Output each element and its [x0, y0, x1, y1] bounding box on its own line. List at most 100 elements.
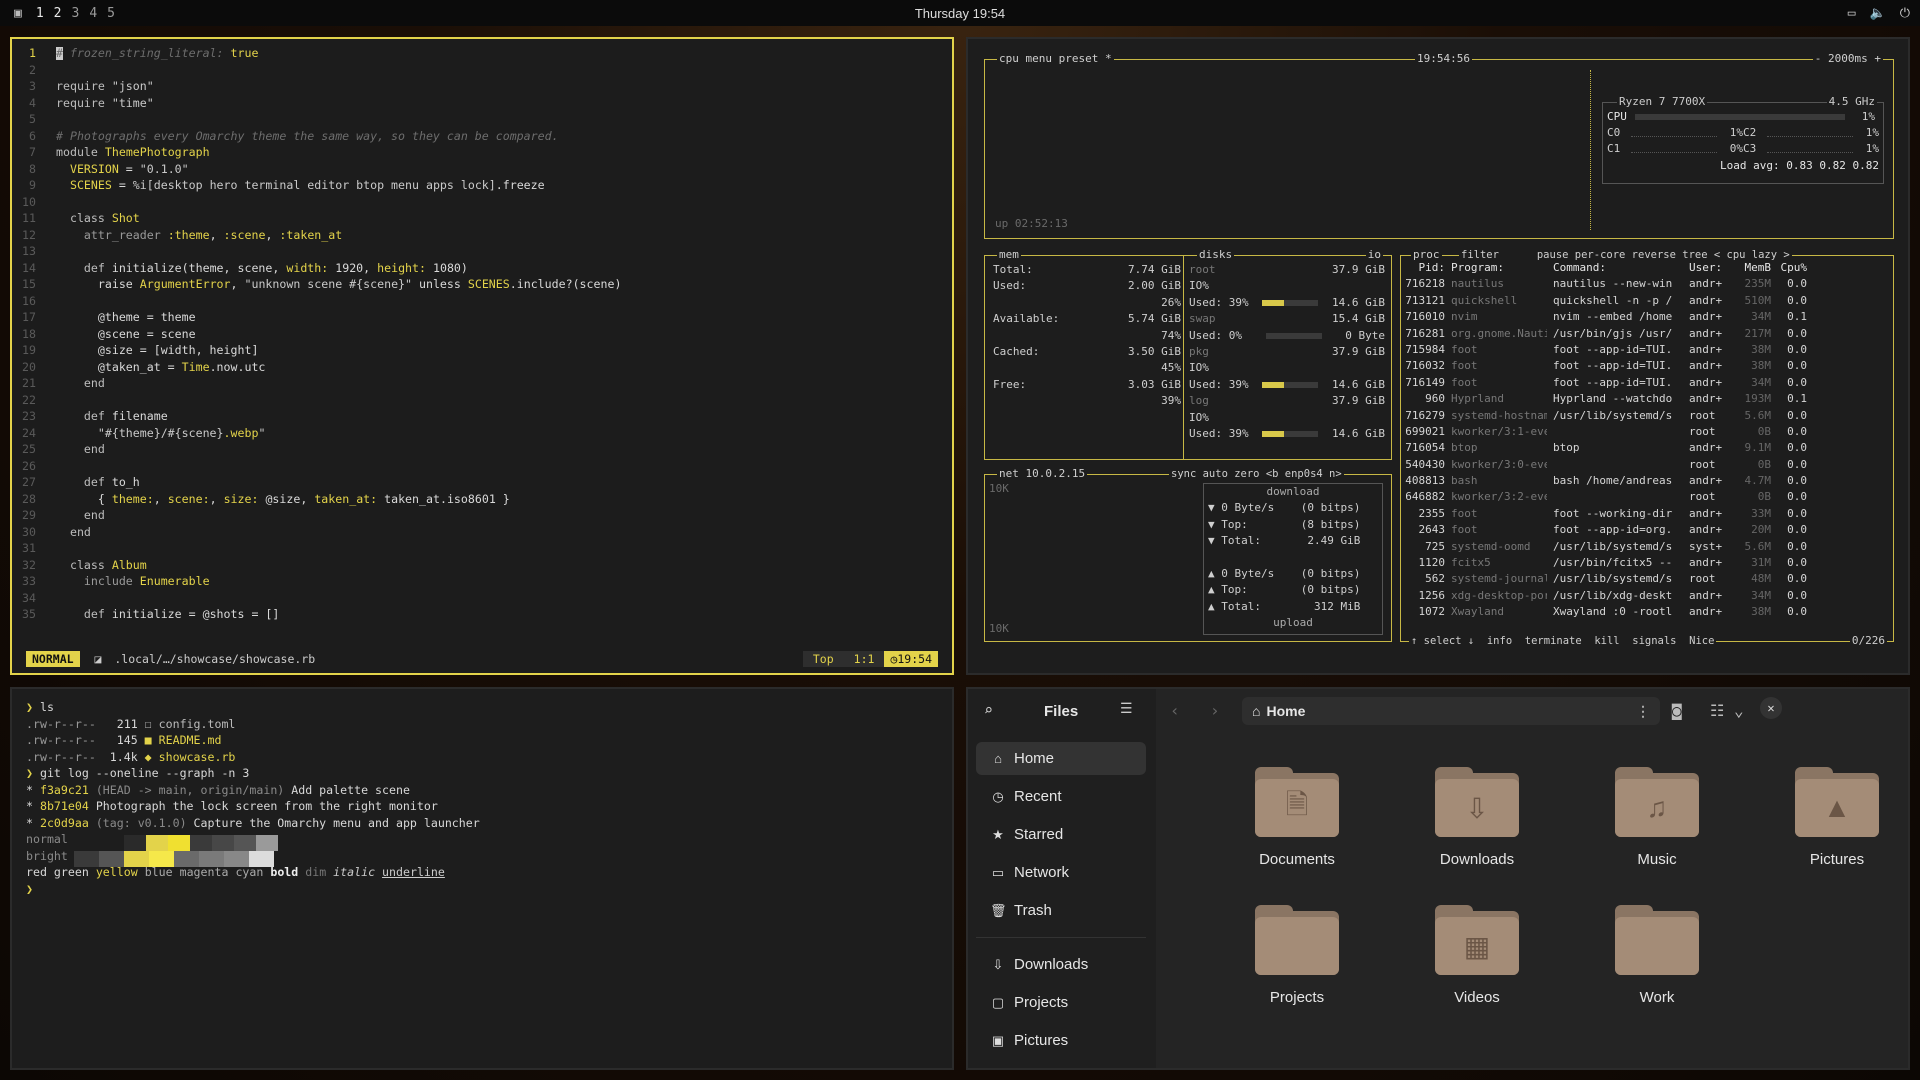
process-row[interactable]: 540430 kworker/3:0-even root 0B 0.0	[1405, 457, 1887, 473]
folder-videos[interactable]: ▦ Videos	[1402, 905, 1552, 1006]
process-row[interactable]: 960 Hyprland Hyprland --watchdo andr+ 193M 0.…	[1405, 391, 1887, 407]
code-line[interactable]: 28 { theme:, scene:, size: @size, taken_…	[12, 491, 510, 508]
process-row[interactable]: 716032 foot foot --app-id=TUI. andr+ 38M 0.0	[1405, 358, 1887, 374]
volume-icon[interactable]: 🔈	[1870, 6, 1886, 21]
process-row[interactable]: 1120 fcitx5/usr/bin/fcitx5 -- andr+ 31M 0.0	[1405, 555, 1887, 571]
code-line[interactable]: 19 @size = [width, height]	[12, 342, 258, 359]
terminal-window[interactable]: ❯ ls .rw-r--r-- 211 ☐ config.toml .rw-r--r…	[10, 687, 954, 1070]
net-options[interactable]: sync auto zero <b enp0s4 n>	[1169, 466, 1344, 483]
process-row[interactable]: 716279 systemd-hostnam/usr/lib/systemd/s r…	[1405, 408, 1887, 424]
folder-pictures[interactable]: ▲ Pictures	[1762, 767, 1908, 868]
folder-work[interactable]: Work	[1582, 905, 1732, 1006]
code-line[interactable]: 3 require "json"	[12, 78, 154, 95]
code-line[interactable]: 15 raise ArgumentError, "unknown scene #…	[12, 276, 621, 293]
close-icon[interactable]: ✕	[1760, 697, 1782, 719]
process-row[interactable]: 716281 org.gnome.Nauti/usr/bin/gjs /usr/a…	[1405, 326, 1887, 342]
process-row[interactable]: 716149 foot foot --app-id=TUI. andr+ 34M 0.0	[1405, 375, 1887, 391]
process-row[interactable]: 562 systemd-journal/usr/lib/systemd/s root…	[1405, 571, 1887, 587]
process-row[interactable]: 2355 foot foot --working-dir andr+ 33M 0.0	[1405, 506, 1887, 522]
proc-header[interactable]: Pid: Program: Command: User: MemB Cpu%	[1405, 260, 1887, 276]
code-line[interactable]: 27 def to_h	[12, 474, 140, 491]
sidebar-item-network[interactable]: ▭ Network	[976, 856, 1146, 889]
process-row[interactable]: 408813 bash bash /home/andreas andr+ 4.7M 0.0	[1405, 473, 1887, 489]
code-line[interactable]: 24 "#{theme}/#{scene}.webp"	[12, 425, 265, 442]
sidebar-item-downloads[interactable]: ⇩ Downloads	[976, 948, 1146, 981]
location-bar[interactable]: ⌂ Home ⋮	[1242, 697, 1660, 725]
sidebar-item-recent[interactable]: ◷ Recent	[976, 780, 1146, 813]
process-row[interactable]: 1256 xdg-desktop-por/usr/lib/xdg-deskt and…	[1405, 588, 1887, 604]
chevron-down-icon[interactable]: ⌄	[1734, 701, 1744, 720]
code-line[interactable]: 11 class Shot	[12, 210, 140, 227]
process-row[interactable]: 713121 quickshell quickshell -n -p / andr+ 5…	[1405, 293, 1887, 309]
code-line[interactable]: 26	[12, 458, 56, 475]
code-line[interactable]: 2	[12, 62, 56, 79]
power-icon[interactable]: ⏻	[1900, 6, 1910, 21]
sidebar-item-home[interactable]: ⌂ Home	[976, 742, 1146, 775]
hamburger-menu-icon[interactable]: ☰	[1120, 701, 1133, 717]
sidebar-item-trash[interactable]: 🗑 Trash	[976, 894, 1146, 927]
folder-music[interactable]: ♫ Music	[1582, 767, 1732, 868]
io-toggle[interactable]: io	[1365, 247, 1383, 264]
back-icon[interactable]: ‹	[1170, 701, 1180, 720]
process-row[interactable]: 725 systemd-oomd/usr/lib/systemd/s syst+ 5.…	[1405, 539, 1887, 555]
process-row[interactable]: 2643 foot foot --app-id=org. andr+ 20M 0.0	[1405, 522, 1887, 538]
location-menu-icon[interactable]: ⋮	[1636, 703, 1650, 720]
code-line[interactable]: 21 end	[12, 375, 105, 392]
code-line[interactable]: 14 def initialize(theme, scene, width: 1…	[12, 260, 468, 277]
workspace-2[interactable]: 2	[54, 6, 62, 21]
code-line[interactable]: 1 # frozen_string_literal: true	[12, 45, 258, 62]
code-line[interactable]: 5	[12, 111, 56, 128]
code-line[interactable]: 30 end	[12, 524, 91, 541]
process-table[interactable]: Pid: Program: Command: User: MemB Cpu% 716218 n…	[1405, 260, 1887, 621]
code-line[interactable]: 4 require "time"	[12, 95, 154, 112]
code-line[interactable]: 22	[12, 392, 56, 409]
code-line[interactable]: 17 @theme = theme	[12, 309, 196, 326]
code-line[interactable]: 23 def filename	[12, 408, 168, 425]
launcher-icon[interactable]: ▣	[14, 6, 22, 21]
code-line[interactable]: 16	[12, 293, 56, 310]
code-line[interactable]: 29 end	[12, 507, 105, 524]
sidebar-item-projects[interactable]: ▢ Projects	[976, 986, 1146, 1019]
process-row[interactable]: 715984 foot foot --app-id=TUI. andr+ 38M 0.0	[1405, 342, 1887, 358]
view-list-icon[interactable]: ☷	[1710, 701, 1724, 720]
code-line[interactable]: 12 attr_reader :theme, :scene, :taken_at	[12, 227, 342, 244]
files-window[interactable]: ⌕ Files ☰ ⌂ Home ◷ Recent ★ Starred ▭ Network 🗑 T…	[966, 687, 1910, 1070]
process-row[interactable]: 1072 Xwayland Xwayland :0 -rootl andr+ 38M 0.…	[1405, 604, 1887, 620]
code-line[interactable]: 20 @taken_at = Time.now.utc	[12, 359, 265, 376]
code-line[interactable]: 18 @scene = scene	[12, 326, 196, 343]
screen-icon[interactable]: ▭	[1848, 6, 1856, 21]
code-line[interactable]: 7 module ThemePhotograph	[12, 144, 210, 161]
cpu-menu[interactable]: cpu menu preset *	[997, 51, 1114, 68]
process-row[interactable]: 699021 kworker/3:1-even root 0B 0.0	[1405, 424, 1887, 440]
process-row[interactable]: 716218 nautilus nautilus --new-win andr+ 235…	[1405, 276, 1887, 292]
workspace-5[interactable]: 5	[107, 6, 115, 21]
editor-window[interactable]: 1 # frozen_string_literal: true 2 3 require …	[10, 37, 954, 675]
screenshot-icon[interactable]: ◙	[1672, 701, 1682, 720]
update-interval[interactable]: - 2000ms +	[1812, 51, 1883, 68]
process-row[interactable]: 716054 btop btop andr+ 9.1M 0.0	[1405, 440, 1887, 456]
folder-projects[interactable]: Projects	[1222, 905, 1372, 1006]
code-line[interactable]: 35 def initialize = @shots = []	[12, 606, 279, 623]
code-line[interactable]: 9 SCENES = %i[desktop hero terminal edit…	[12, 177, 545, 194]
code-line[interactable]: 8 VERSION = "0.1.0"	[12, 161, 189, 178]
sidebar-item-pictures[interactable]: ▣ Pictures	[976, 1024, 1146, 1057]
workspace-3[interactable]: 3	[71, 6, 79, 21]
workspace-4[interactable]: 4	[89, 6, 97, 21]
code-line[interactable]: 32 class Album	[12, 557, 147, 574]
code-line[interactable]: 25 end	[12, 441, 105, 458]
sidebar-item-starred[interactable]: ★ Starred	[976, 818, 1146, 851]
btop-window[interactable]: cpu menu preset * 19:54:56 - 2000ms + up…	[966, 37, 1910, 675]
search-icon[interactable]: ⌕	[984, 701, 993, 719]
process-row[interactable]: 716010 nvim nvim --embed /home andr+ 34M 0.1	[1405, 309, 1887, 325]
folder-documents[interactable]: 🗎 Documents	[1222, 767, 1372, 868]
code-line[interactable]: 31	[12, 540, 56, 557]
code-line[interactable]: 13	[12, 243, 56, 260]
clock[interactable]: Thursday 19:54	[915, 6, 1005, 21]
folder-downloads[interactable]: ⇩ Downloads	[1402, 767, 1552, 868]
forward-icon[interactable]: ›	[1210, 701, 1220, 720]
code-line[interactable]: 6 # Photographs every Omarchy theme the s…	[12, 128, 559, 145]
code-line[interactable]: 33 include Enumerable	[12, 573, 210, 590]
proc-footer[interactable]: ↑ select ↓ info terminate kill signals N…	[1409, 632, 1717, 649]
code-line[interactable]: 34	[12, 590, 56, 607]
workspace-1[interactable]: 1	[36, 6, 44, 21]
